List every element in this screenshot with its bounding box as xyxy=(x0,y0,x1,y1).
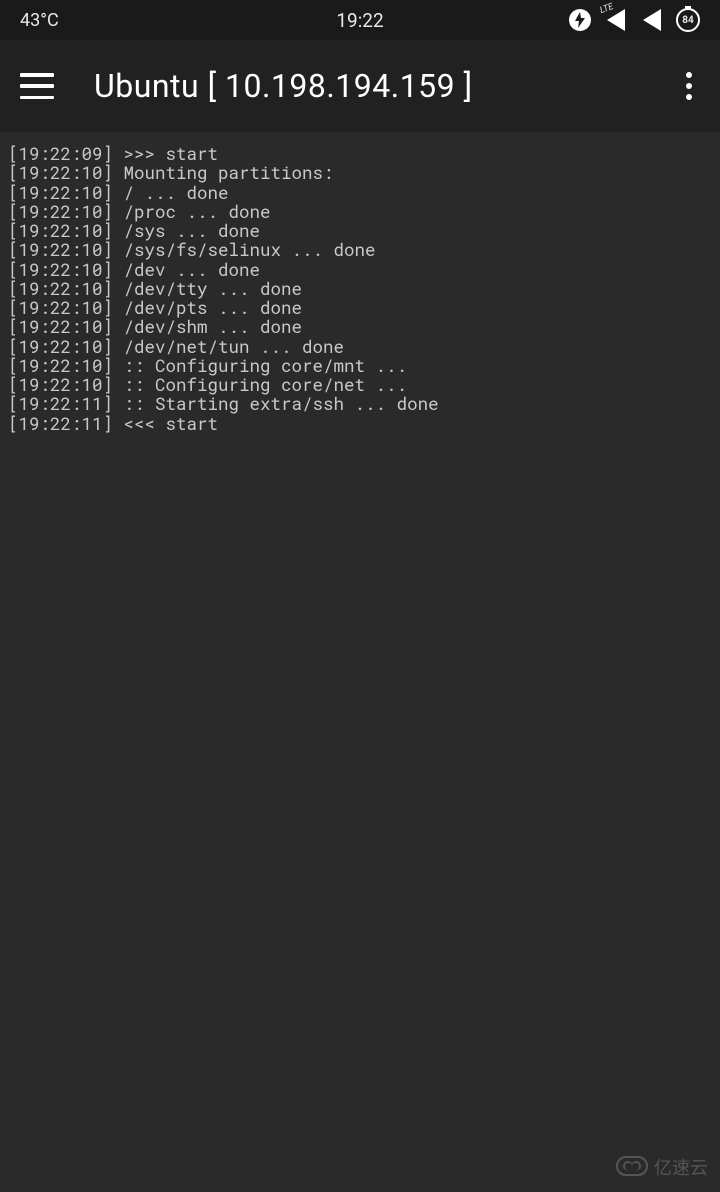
cloud-icon xyxy=(616,1156,648,1178)
temperature-indicator: 43°C xyxy=(20,10,59,31)
log-line: [19:22:10] / ... done xyxy=(8,183,712,202)
app-bar: Ubuntu [ 10.198.194.159 ] xyxy=(0,40,720,132)
battery-icon: 84 xyxy=(676,8,700,32)
terminal-output[interactable]: [19:22:09] >>> start[19:22:10] Mounting … xyxy=(0,132,720,1192)
log-line: [19:22:10] /dev/net/tun ... done xyxy=(8,337,712,356)
status-left: 43°C xyxy=(20,10,59,31)
watermark-text: 亿速云 xyxy=(654,1154,708,1180)
log-line: [19:22:11] <<< start xyxy=(8,414,712,433)
log-line: [19:22:10] /sys/fs/selinux ... done xyxy=(8,240,712,259)
network-signal-icon: LTE xyxy=(604,8,628,32)
log-line: [19:22:11] :: Starting extra/ssh ... don… xyxy=(8,394,712,413)
status-right: LTE 84 xyxy=(568,8,700,32)
bolt-icon xyxy=(568,8,592,32)
nav-back-icon xyxy=(640,8,664,32)
status-bar: 43°C 19:22 LTE 84 xyxy=(0,0,720,40)
log-line: [19:22:10] Mounting partitions: xyxy=(8,163,712,182)
app-title: Ubuntu [ 10.198.194.159 ] xyxy=(94,67,678,105)
status-time: 19:22 xyxy=(336,9,383,32)
menu-icon[interactable] xyxy=(20,73,54,99)
log-line: [19:22:10] /dev/shm ... done xyxy=(8,317,712,336)
log-line: [19:22:10] /dev ... done xyxy=(8,260,712,279)
more-options-icon[interactable] xyxy=(678,72,700,100)
watermark: 亿速云 xyxy=(616,1154,708,1180)
